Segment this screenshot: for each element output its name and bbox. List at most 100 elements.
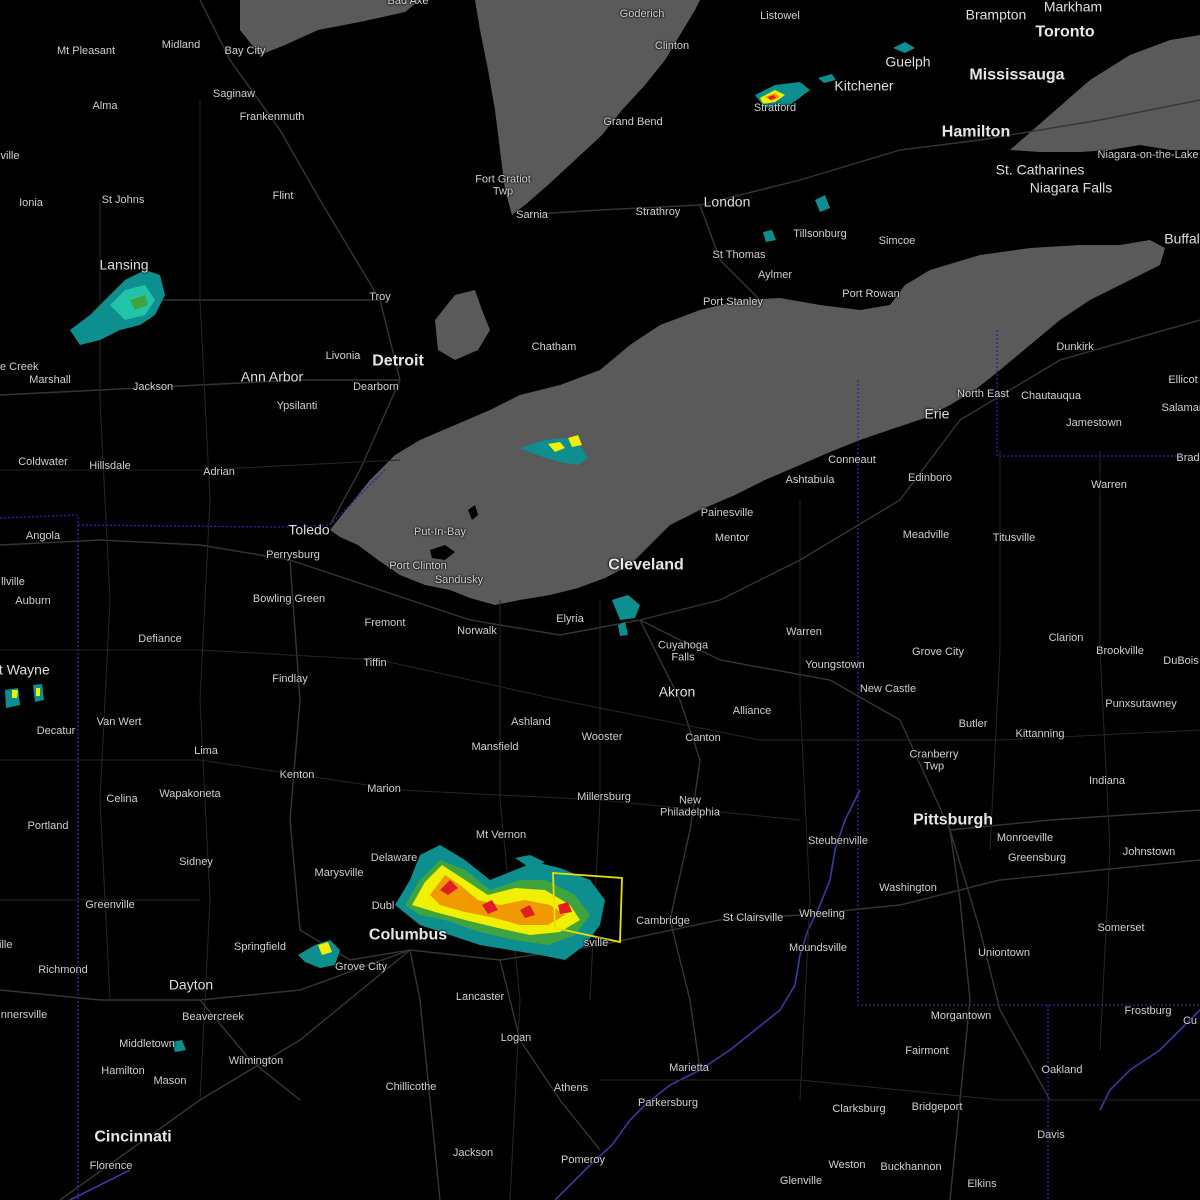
city-label-bridgeport: Bridgeport (911, 1101, 963, 1114)
city-label-st-thomas: St Thomas (712, 249, 766, 262)
city-label-akron: Akron (658, 683, 696, 700)
city-label-lancaster: Lancaster (455, 991, 505, 1004)
radar-map[interactable]: Bad Axe Goderich Listowel Brampton Markham To… (0, 0, 1200, 1200)
city-label-new-castle: New Castle (859, 683, 917, 696)
city-label-cumberland: Cu (1182, 1015, 1198, 1028)
city-label-london: London (703, 193, 751, 210)
city-label-bradford: Brad (1176, 452, 1200, 465)
city-label-perrysburg: Perrysburg (266, 549, 320, 562)
city-label-sidney: Sidney (179, 856, 213, 869)
city-label-frostburg: Frostburg (1124, 1005, 1172, 1018)
city-label-buffalo: Buffal (1164, 230, 1200, 247)
radar-echo-grove-city (298, 940, 340, 968)
city-label-wapakoneta: Wapakoneta (159, 788, 221, 801)
city-label-put-in-bay: Put-In-Bay (414, 526, 466, 539)
city-label-dubois: DuBois (1163, 655, 1199, 668)
city-label-st-clairsville: St Clairsville (722, 912, 784, 925)
city-label-aylmer: Aylmer (757, 269, 793, 282)
city-label-simcoe: Simcoe (878, 235, 916, 248)
city-label-jamestown: Jamestown (1066, 417, 1122, 430)
city-label-celina: Celina (106, 793, 138, 806)
city-label-wilmington: Wilmington (228, 1055, 284, 1068)
city-label-marion: Marion (367, 783, 401, 796)
city-label-fremont: Fremont (364, 617, 406, 630)
city-label-troy: Troy (369, 291, 391, 304)
city-label-greensburg: Greensburg (1007, 852, 1067, 865)
city-label-zanesville: sville (583, 937, 609, 950)
city-label-lima: Lima (194, 745, 218, 758)
city-label-north-east: North East (957, 388, 1009, 401)
city-label-tiffin: Tiffin (363, 657, 387, 670)
city-label-stratford: Stratford (753, 102, 797, 115)
city-label-ellicott: Ellicot (1168, 374, 1198, 387)
city-label-bad-axe: Bad Axe (387, 0, 429, 8)
city-label-cleveland: Cleveland (608, 556, 684, 574)
radar-echo-fort-wayne (5, 684, 44, 708)
city-label-angola: Angola (25, 530, 61, 543)
city-label-steubenville: Steubenville (808, 835, 868, 848)
city-label-indiana: Indiana (1088, 775, 1126, 788)
city-label-livonia: Livonia (325, 350, 361, 363)
city-label-painesville: Painesville (700, 507, 754, 520)
city-label-clinton: Clinton (654, 40, 690, 53)
city-label-jackson-oh: Jackson (452, 1147, 494, 1160)
city-label-alma: Alma (92, 100, 118, 113)
city-label-bay-city: Bay City (224, 45, 266, 58)
city-label-florence: Florence (89, 1160, 133, 1173)
city-label-punxsutawney: Punxsutawney (1105, 698, 1177, 711)
city-label-butler: Butler (958, 718, 988, 731)
city-label-springfield: Springfield (234, 941, 286, 954)
city-label-middletown: Middletown (119, 1038, 175, 1051)
city-label-cambridge: Cambridge (636, 915, 690, 928)
city-label-millersburg: Millersburg (577, 791, 631, 804)
city-label-midland: Midland (161, 39, 201, 52)
city-label-frankenmuth: Frankenmuth (239, 111, 305, 124)
city-label-delaware: Delaware (370, 852, 418, 865)
city-label-dunkirk: Dunkirk (1056, 341, 1094, 354)
city-label-cincinnati: Cincinnati (94, 1128, 172, 1146)
city-label-marshall: Marshall (29, 374, 71, 387)
city-label-port-rowan: Port Rowan (842, 288, 900, 301)
city-label-decatur: Decatur (36, 725, 76, 738)
city-label-logan: Logan (500, 1032, 532, 1045)
city-label-brookville: Brookville (1096, 645, 1144, 658)
city-label-wooster: Wooster (581, 731, 623, 744)
city-label-ann-arbor: Ann Arbor (240, 368, 304, 385)
radar-echo-stratford (755, 42, 915, 242)
city-label-johnstown: Johnstown (1122, 846, 1176, 859)
city-label-kitchener: Kitchener (834, 77, 894, 94)
city-label-erie: Erie (924, 405, 950, 422)
city-label-grove-city-oh: Grove City (335, 961, 387, 974)
city-label-st-catharines: St. Catharines (995, 161, 1085, 178)
city-label-youngstown: Youngstown (805, 659, 865, 672)
radar-layer (5, 42, 915, 1052)
city-label-monroeville: Monroeville (996, 832, 1054, 845)
city-label-washington: Washington (879, 882, 937, 895)
city-label-edinboro: Edinboro (907, 472, 953, 485)
city-label-dayton: Dayton (168, 976, 214, 993)
city-label-buckhannon: Buckhannon (880, 1161, 942, 1174)
city-label-pittsburgh: Pittsburgh (913, 811, 993, 829)
city-label-davis: Davis (1037, 1129, 1065, 1142)
city-label-saginaw: Saginaw (212, 88, 256, 101)
city-label-listowel: Listowel (760, 10, 800, 23)
city-label-beavercreek: Beavercreek (182, 1011, 244, 1024)
radar-echo-lansing (70, 270, 165, 345)
city-label-mt-pleasant: Mt Pleasant (56, 45, 116, 58)
city-label-fort-gratiot: Fort Gratiot Twp (475, 173, 531, 197)
city-label-mentor: Mentor (714, 532, 750, 545)
city-label-lansing: Lansing (99, 256, 149, 273)
city-label-bowling-green: Bowling Green (252, 593, 326, 606)
radar-echo-lake-erie (520, 435, 588, 465)
city-label-le-creek: le Creek (0, 361, 39, 374)
city-label-fairmont: Fairmont (905, 1045, 949, 1058)
city-label-port-stanley: Port Stanley (703, 296, 763, 309)
city-label-fort-wayne: rt Wayne (0, 661, 50, 678)
city-label-chautauqua: Chautauqua (1021, 390, 1081, 403)
city-label-flint: Flint (272, 190, 294, 203)
city-label-elkins: Elkins (967, 1178, 997, 1191)
city-label-meadville: Meadville (902, 529, 950, 542)
city-label-weston: Weston (828, 1159, 866, 1172)
city-label-kenton: Kenton (279, 769, 315, 782)
city-label-chillicothe: Chillicothe (385, 1081, 437, 1094)
